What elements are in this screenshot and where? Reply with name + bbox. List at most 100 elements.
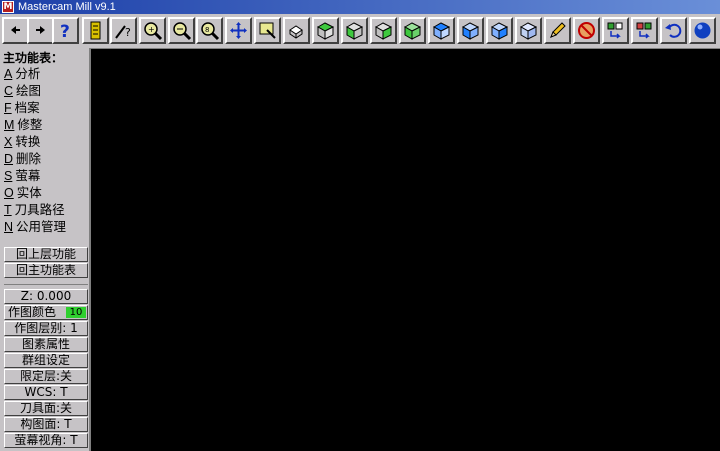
side-view-button[interactable] [370, 17, 397, 44]
menu-label: 刀具路径 [14, 202, 65, 217]
zoom-half-button[interactable]: 8 [196, 17, 223, 44]
menu-item-file[interactable]: F 档案 [4, 100, 40, 116]
menu-key: F [4, 101, 12, 115]
front-view-button[interactable] [341, 17, 368, 44]
transform-button-2[interactable] [631, 17, 658, 44]
clear-button[interactable] [573, 17, 600, 44]
cube-front-icon [345, 22, 364, 40]
help-button[interactable]: ? [52, 17, 79, 44]
draw-level-button[interactable]: 作图层别: 1 [4, 321, 88, 336]
menu-key: S [4, 169, 13, 183]
sketch-button[interactable] [544, 17, 571, 44]
menu-item-create[interactable]: C 绘图 [4, 83, 41, 99]
menu-label: 转换 [15, 134, 41, 149]
iso-view-button[interactable] [399, 17, 426, 44]
analyze-button[interactable]: ? [110, 17, 137, 44]
zoom-in-button[interactable]: + [139, 17, 166, 44]
cube-blue-2-icon [461, 22, 480, 40]
panel-divider [4, 284, 88, 285]
menu-key: D [4, 152, 14, 166]
undo-button[interactable] [660, 17, 687, 44]
toolbar: ? ? + 8 [0, 14, 720, 49]
draw-color-button[interactable]: 作图颜色 10 [4, 305, 88, 320]
app-icon[interactable]: M [2, 1, 14, 13]
pan-button[interactable] [225, 17, 252, 44]
svg-text:?: ? [60, 22, 70, 41]
menu-item-delete[interactable]: D 删除 [4, 151, 41, 167]
menu-item-nc-utils[interactable]: N 公用管理 [4, 219, 66, 235]
cube-iso-icon [403, 22, 422, 40]
svg-text:?: ? [125, 26, 131, 39]
window-title: Mastercam Mill v9.1 [18, 1, 116, 13]
zoom-out-icon [173, 22, 192, 41]
menu-label: 公用管理 [16, 219, 67, 234]
arrow-right-icon [36, 26, 45, 34]
panel-title: 主功能表： [3, 51, 64, 65]
menu-label: 实体 [16, 185, 42, 200]
menu-item-screen[interactable]: S 萤幕 [4, 168, 40, 184]
cube-blue-3-icon [490, 22, 509, 40]
zoom-in-icon: + [144, 22, 163, 41]
graphics-viewport[interactable] [91, 65, 720, 451]
shade-button[interactable] [689, 17, 716, 44]
back-button[interactable] [2, 17, 29, 44]
transform-button-1[interactable] [602, 17, 629, 44]
back-up-button[interactable]: 回上层功能 [4, 247, 88, 262]
screen-view-button[interactable]: 萤幕视角: T [4, 433, 88, 448]
mask-level-button[interactable]: 限定层:关 [4, 369, 88, 384]
zoom-out-button[interactable] [168, 17, 195, 44]
svg-text:+: + [148, 25, 155, 34]
sphere-icon [694, 22, 711, 39]
arrow-left-icon [11, 26, 20, 34]
menu-item-toolpaths[interactable]: T 刀具路径 [4, 202, 65, 218]
group-setting-button[interactable]: 群组设定 [4, 353, 88, 368]
rotate-view-icon [289, 25, 303, 39]
menu-key: M [4, 118, 15, 132]
menu-key: C [4, 84, 14, 98]
undo-icon [665, 23, 682, 38]
cplane-top-button[interactable] [428, 17, 455, 44]
menu-item-modify[interactable]: M 修整 [4, 117, 42, 133]
wcs-button[interactable]: WCS: T [4, 385, 88, 400]
menu-key: T [4, 203, 12, 217]
menu-label: 档案 [14, 100, 40, 115]
rotate-view-button[interactable] [283, 17, 310, 44]
zoom-half-icon: 8 [201, 22, 220, 41]
z-depth-button[interactable]: Z: 0.000 [4, 289, 88, 304]
menu-label: 萤幕 [15, 168, 41, 183]
tool-plane-button[interactable]: 刀具面:关 [4, 401, 88, 416]
forward-button[interactable] [27, 17, 54, 44]
window-zoom-button[interactable] [254, 17, 281, 44]
entity-attributes-button[interactable]: 图素属性 [4, 337, 88, 352]
svg-text:8: 8 [205, 26, 209, 34]
cplane-front-button[interactable] [457, 17, 484, 44]
menu-label: 分析 [15, 66, 41, 81]
no-entry-icon [578, 22, 595, 39]
transform-1-icon [607, 22, 623, 39]
menu-key: O [4, 186, 14, 200]
cube-blue-4-icon [519, 22, 538, 40]
top-view-button[interactable] [312, 17, 339, 44]
analyze-icon: ? [115, 25, 131, 39]
pencil-icon [550, 22, 566, 38]
main-menu-button[interactable]: 回主功能表 [4, 263, 88, 278]
construction-plane-button[interactable]: 构图面: T [4, 417, 88, 432]
cplane-side-button[interactable] [486, 17, 513, 44]
menu-label: 绘图 [16, 83, 42, 98]
menu-item-analyze[interactable]: A 分析 [4, 66, 40, 82]
menu-key: N [4, 220, 14, 234]
cube-blue-1-icon [432, 22, 451, 40]
menu-item-xform[interactable]: X 转换 [4, 134, 40, 150]
notepad-button[interactable] [82, 17, 109, 44]
notepad-icon [90, 21, 101, 40]
transform-2-icon [636, 22, 652, 39]
menu-item-solids[interactable]: O 实体 [4, 185, 42, 201]
menu-key: X [4, 135, 13, 149]
cube-side-icon [374, 22, 393, 40]
cube-top-icon [316, 22, 335, 40]
menu-key: A [4, 67, 13, 81]
menu-label: 修整 [17, 117, 43, 132]
cplane-3d-button[interactable] [515, 17, 542, 44]
draw-color-swatch: 10 [66, 307, 86, 318]
menu-label: 删除 [16, 151, 42, 166]
